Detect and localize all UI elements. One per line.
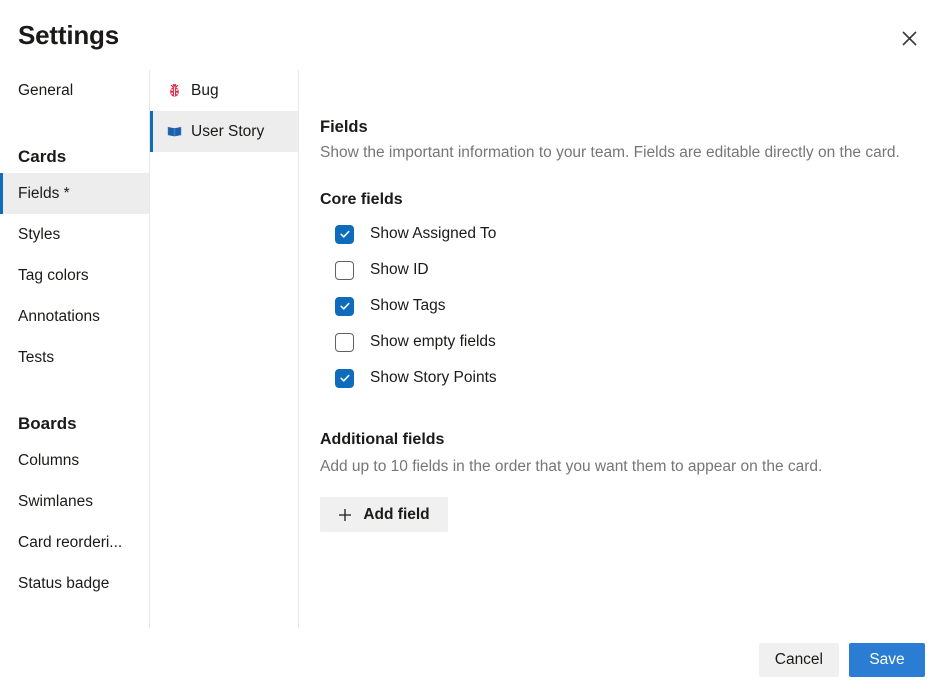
save-button[interactable]: Save: [849, 643, 925, 677]
book-icon: [166, 124, 182, 140]
add-field-label: Add field: [363, 506, 429, 524]
check-icon: [339, 228, 351, 240]
sidebar-item-annotations[interactable]: Annotations: [0, 296, 149, 337]
cancel-button[interactable]: Cancel: [759, 643, 839, 677]
sidebar-item-fields[interactable]: Fields *: [0, 173, 149, 214]
checkbox-row-show-story-points[interactable]: Show Story Points: [320, 360, 917, 396]
sidebar-item-label: Tag colors: [18, 267, 89, 285]
checkbox-show-assigned-to[interactable]: [335, 225, 354, 244]
sidebar-item-swimlanes[interactable]: Swimlanes: [0, 481, 149, 522]
type-nav-item-bug[interactable]: Bug: [150, 70, 298, 111]
checkbox-label: Show Assigned To: [370, 225, 496, 243]
plus-icon: [338, 508, 352, 522]
sidebar-item-status-badge[interactable]: Status badge: [0, 563, 149, 604]
sidebar-item-tests[interactable]: Tests: [0, 337, 149, 378]
checkbox-show-tags[interactable]: [335, 297, 354, 316]
bug-icon: [166, 83, 182, 99]
sidebar-item-label: Swimlanes: [18, 493, 93, 511]
sidebar-group-label: Boards: [18, 414, 77, 434]
add-field-button[interactable]: Add field: [320, 497, 448, 532]
checkbox-show-story-points[interactable]: [335, 369, 354, 388]
checkbox-show-id[interactable]: [335, 261, 354, 280]
checkbox-label: Show empty fields: [370, 333, 496, 351]
sidebar-item-label: Fields *: [18, 185, 70, 203]
additional-fields-title: Additional fields: [320, 431, 917, 449]
type-nav-item-user-story[interactable]: User Story: [150, 111, 298, 152]
checkbox-label: Show Story Points: [370, 369, 497, 387]
work-item-type-nav: Bug User Story: [150, 70, 299, 628]
close-icon: [902, 31, 917, 46]
fields-section-title: Fields: [320, 118, 917, 137]
checkbox-row-show-empty-fields[interactable]: Show empty fields: [320, 324, 917, 360]
sidebar-item-tag-colors[interactable]: Tag colors: [0, 255, 149, 296]
check-icon: [339, 372, 351, 384]
core-fields-list: Show Assigned To Show ID Show Tags: [320, 216, 917, 396]
settings-content: Fields Show the important information to…: [299, 70, 947, 628]
sidebar-item-label: General: [18, 82, 73, 100]
type-nav-label: Bug: [191, 82, 219, 100]
sidebar-spacer: [0, 378, 149, 394]
close-button[interactable]: [893, 22, 925, 54]
fields-section-description: Show the important information to your t…: [320, 142, 910, 164]
page-title: Settings: [18, 20, 119, 51]
checkbox-row-show-id[interactable]: Show ID: [320, 252, 917, 288]
sidebar-group-boards: Boards: [0, 394, 149, 440]
sidebar-item-label: Status badge: [18, 575, 109, 593]
sidebar-item-card-reordering[interactable]: Card reorderi...: [0, 522, 149, 563]
settings-dialog: Settings General Cards Fields * Styles T…: [0, 0, 947, 691]
checkbox-label: Show ID: [370, 261, 429, 279]
sidebar-item-general[interactable]: General: [0, 70, 149, 111]
checkbox-show-empty-fields[interactable]: [335, 333, 354, 352]
sidebar-spacer: [0, 111, 149, 127]
settings-sidebar: General Cards Fields * Styles Tag colors…: [0, 70, 150, 628]
sidebar-item-label: Annotations: [18, 308, 100, 326]
dialog-footer: Cancel Save: [0, 628, 947, 691]
checkbox-row-show-tags[interactable]: Show Tags: [320, 288, 917, 324]
checkbox-row-show-assigned-to[interactable]: Show Assigned To: [320, 216, 917, 252]
sidebar-group-label: Cards: [18, 147, 66, 167]
sidebar-item-label: Tests: [18, 349, 54, 367]
sidebar-item-styles[interactable]: Styles: [0, 214, 149, 255]
check-icon: [339, 300, 351, 312]
type-nav-label: User Story: [191, 123, 264, 141]
core-fields-title: Core fields: [320, 191, 917, 209]
sidebar-item-label: Styles: [18, 226, 60, 244]
sidebar-item-label: Card reorderi...: [18, 534, 122, 552]
checkbox-label: Show Tags: [370, 297, 446, 315]
sidebar-item-columns[interactable]: Columns: [0, 440, 149, 481]
sidebar-group-cards: Cards: [0, 127, 149, 173]
additional-fields-description: Add up to 10 fields in the order that yo…: [320, 456, 910, 478]
sidebar-item-label: Columns: [18, 452, 79, 470]
dialog-header: Settings: [0, 0, 947, 70]
